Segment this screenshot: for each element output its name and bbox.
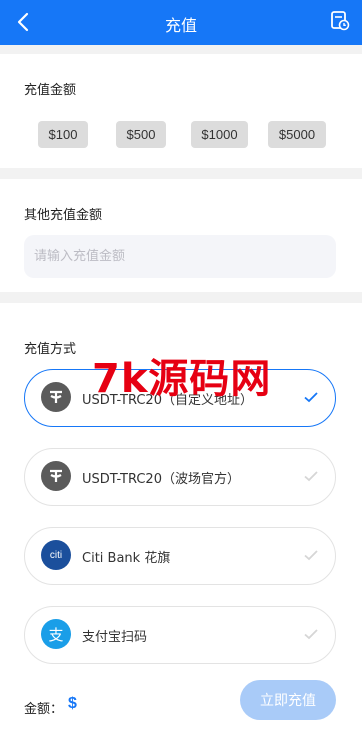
citi-icon: citi <box>41 540 71 570</box>
method-label: Citi Bank 花旗 <box>82 551 171 566</box>
amount-option-500[interactable]: $500 <box>116 121 166 148</box>
amount-option-5000[interactable]: $5000 <box>268 121 326 148</box>
submit-button[interactable]: 立即充值 <box>240 680 336 720</box>
recharge-amount-label: 充值金额 <box>24 83 77 98</box>
check-icon <box>304 550 318 561</box>
alipay-icon: 支 <box>41 619 71 649</box>
method-usdt-official[interactable]: USDT-TRC20（波场官方） <box>24 448 336 506</box>
method-label: USDT-TRC20（波场官方） <box>82 472 240 487</box>
recharge-method-label: 充值方式 <box>24 342 77 357</box>
check-icon <box>304 471 318 482</box>
method-citi-bank[interactable]: citi Citi Bank 花旗 <box>24 527 336 585</box>
method-alipay[interactable]: 支 支付宝扫码 <box>24 606 336 664</box>
total-value: $ <box>68 695 77 712</box>
total-label: 金额： <box>24 702 64 717</box>
tether-icon <box>41 461 71 491</box>
other-amount-input[interactable] <box>24 235 336 278</box>
amount-option-100[interactable]: $100 <box>38 121 88 148</box>
method-label: 支付宝扫码 <box>82 630 148 645</box>
check-icon <box>304 392 318 403</box>
watermark: 7k源码网 <box>92 356 272 402</box>
tether-icon <box>41 382 71 412</box>
check-icon <box>304 629 318 640</box>
other-amount-section: 其他充值金额 <box>0 179 362 292</box>
app-header: 充值 <box>0 0 362 45</box>
amount-option-1000[interactable]: $1000 <box>191 121 248 148</box>
other-amount-label: 其他充值金额 <box>24 208 103 223</box>
page-title: 充值 <box>164 16 197 35</box>
recharge-amount-section: 充值金额 $100 $500 $1000 $5000 <box>0 54 362 168</box>
history-icon[interactable] <box>330 10 350 32</box>
